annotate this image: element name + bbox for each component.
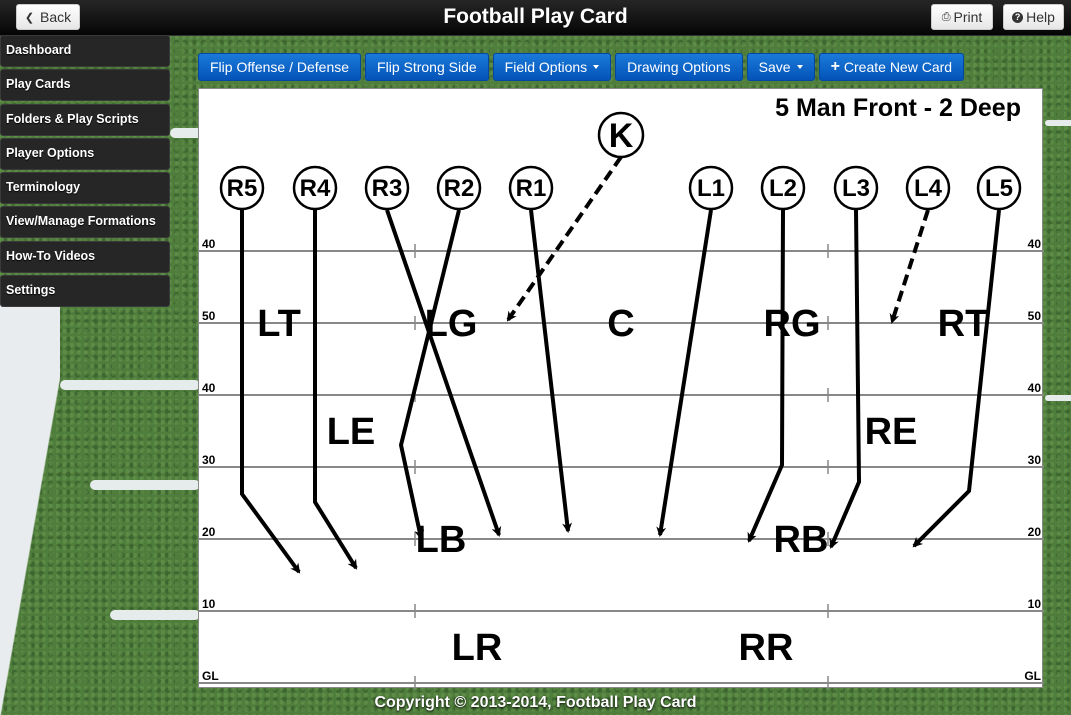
top-bar: ❮ Back Football Play Card ⎙ Print ? Help <box>0 0 1071 36</box>
print-button[interactable]: ⎙ Print <box>931 4 993 30</box>
button-label: Flip Offense / Defense <box>210 59 350 75</box>
field-hash-mark <box>1045 395 1071 401</box>
player-label: L5 <box>985 175 1013 202</box>
player-label: L2 <box>769 175 797 202</box>
player-label: R5 <box>227 175 258 202</box>
plus-icon: + <box>830 58 840 75</box>
button-label: Create New Card <box>843 59 953 75</box>
route-l1[interactable] <box>656 209 713 537</box>
sidebar-menu: Dashboard Play Cards Folders & Play Scri… <box>0 35 170 309</box>
help-label: Help <box>1026 9 1055 25</box>
yard-label-left: 40 <box>202 237 216 251</box>
sidebar-item-settings[interactable]: Settings <box>0 275 170 308</box>
caret-down-icon <box>593 65 600 69</box>
yard-label-right: 10 <box>1028 597 1042 611</box>
player-r3[interactable]: R3 <box>364 165 410 211</box>
yard-label-right: 20 <box>1028 525 1042 539</box>
field-sideline <box>0 300 60 715</box>
field-hash-mark <box>90 480 200 490</box>
player-label: R4 <box>300 175 331 202</box>
position-label-rb: RB <box>774 519 829 561</box>
field-options-dropdown[interactable]: Field Options <box>492 53 612 81</box>
caret-down-icon <box>796 65 803 69</box>
flip-offense-defense-button[interactable]: Flip Offense / Defense <box>198 53 362 81</box>
field-hash-mark <box>110 610 200 620</box>
player-l5[interactable]: L5 <box>976 165 1022 211</box>
printer-icon: ⎙ <box>941 10 951 23</box>
route-l5[interactable] <box>912 209 1001 548</box>
route-r3[interactable] <box>385 209 502 537</box>
yard-label-right: 30 <box>1028 453 1042 467</box>
position-label-le: LE <box>327 411 376 453</box>
save-dropdown[interactable]: Save <box>746 53 815 81</box>
yard-label-right: 40 <box>1028 237 1042 251</box>
yard-label-left: 30 <box>202 453 216 467</box>
route-r5[interactable] <box>240 210 301 574</box>
player-r4[interactable]: R4 <box>292 165 338 211</box>
route-l3[interactable] <box>829 209 862 549</box>
yard-label-left: 50 <box>202 309 216 323</box>
card-toolbar: Flip Offense / Defense Flip Strong Side … <box>198 53 965 81</box>
yard-label-right: 50 <box>1028 309 1042 323</box>
position-label-rt: RT <box>938 303 989 345</box>
yard-label-right: 40 <box>1028 381 1042 395</box>
yard-label-right: GL <box>1024 669 1041 683</box>
field-hash-mark <box>60 380 200 390</box>
help-button[interactable]: ? Help <box>1003 4 1064 30</box>
player-label: L4 <box>914 175 943 202</box>
drawing-options-button[interactable]: Drawing Options <box>615 53 743 81</box>
player-r5[interactable]: R5 <box>219 165 265 211</box>
player-label: L3 <box>842 175 870 202</box>
yard-label-left: 10 <box>202 597 216 611</box>
copyright-footer: Copyright © 2013-2014, Football Play Car… <box>374 694 697 711</box>
yard-label-left: GL <box>202 669 219 683</box>
button-label: Drawing Options <box>627 59 731 75</box>
yard-label-left: 20 <box>202 525 216 539</box>
yard-label-left: 40 <box>202 381 216 395</box>
position-label-c: C <box>607 303 634 345</box>
player-k[interactable]: K <box>597 111 645 159</box>
play-diagram[interactable]: 40 40 50 50 40 40 30 30 20 20 10 10 GL GL LT LG C RG RT LE… <box>199 89 1044 689</box>
button-label: Field Options <box>504 59 588 75</box>
app-title: Football Play Card <box>443 5 628 28</box>
sidebar-item-play-cards[interactable]: Play Cards <box>0 69 170 102</box>
flip-strong-side-button[interactable]: Flip Strong Side <box>365 53 489 81</box>
player-label: R3 <box>372 175 403 202</box>
route-l4[interactable] <box>889 209 930 324</box>
player-l4[interactable]: L4 <box>905 165 951 211</box>
player-l1[interactable]: L1 <box>688 165 734 211</box>
card-title: 5 Man Front - 2 Deep <box>775 94 1021 122</box>
position-label-lb: LB <box>416 519 467 561</box>
player-l2[interactable]: L2 <box>760 165 806 211</box>
route-r2[interactable] <box>398 209 461 540</box>
button-label: Flip Strong Side <box>377 59 477 75</box>
position-label-re: RE <box>865 411 918 453</box>
play-card[interactable]: 40 40 50 50 40 40 30 30 20 20 10 10 GL GL LT LG C RG RT LE… <box>198 88 1044 689</box>
question-circle-icon: ? <box>1012 11 1024 23</box>
create-new-card-button[interactable]: + Create New Card <box>818 53 965 81</box>
button-label: Save <box>758 59 791 75</box>
field-hash-mark <box>1045 120 1071 126</box>
player-r2[interactable]: R2 <box>436 165 482 211</box>
sidebar-item-view-manage-formations[interactable]: View/Manage Formations <box>0 206 170 239</box>
player-r1[interactable]: R1 <box>508 165 554 211</box>
player-label: L1 <box>697 175 725 202</box>
sidebar-item-folders-play-scripts[interactable]: Folders & Play Scripts <box>0 103 170 136</box>
sidebar-item-terminology[interactable]: Terminology <box>0 172 170 205</box>
print-label: Print <box>953 9 983 25</box>
position-label-lr: LR <box>452 627 503 669</box>
position-label-rr: RR <box>739 627 794 669</box>
player-label: K <box>609 117 634 155</box>
position-label-lg: LG <box>425 303 478 345</box>
sidebar-item-player-options[interactable]: Player Options <box>0 137 170 170</box>
position-label-lt: LT <box>257 303 301 345</box>
route-r4[interactable] <box>313 210 358 570</box>
player-label: R2 <box>444 175 475 202</box>
route-l2[interactable] <box>747 209 785 543</box>
sidebar-item-dashboard[interactable]: Dashboard <box>0 35 170 67</box>
sidebar-item-how-to-videos[interactable]: How-To Videos <box>0 240 170 273</box>
position-label-rg: RG <box>764 303 821 345</box>
player-label: R1 <box>516 175 547 202</box>
player-l3[interactable]: L3 <box>833 165 879 211</box>
